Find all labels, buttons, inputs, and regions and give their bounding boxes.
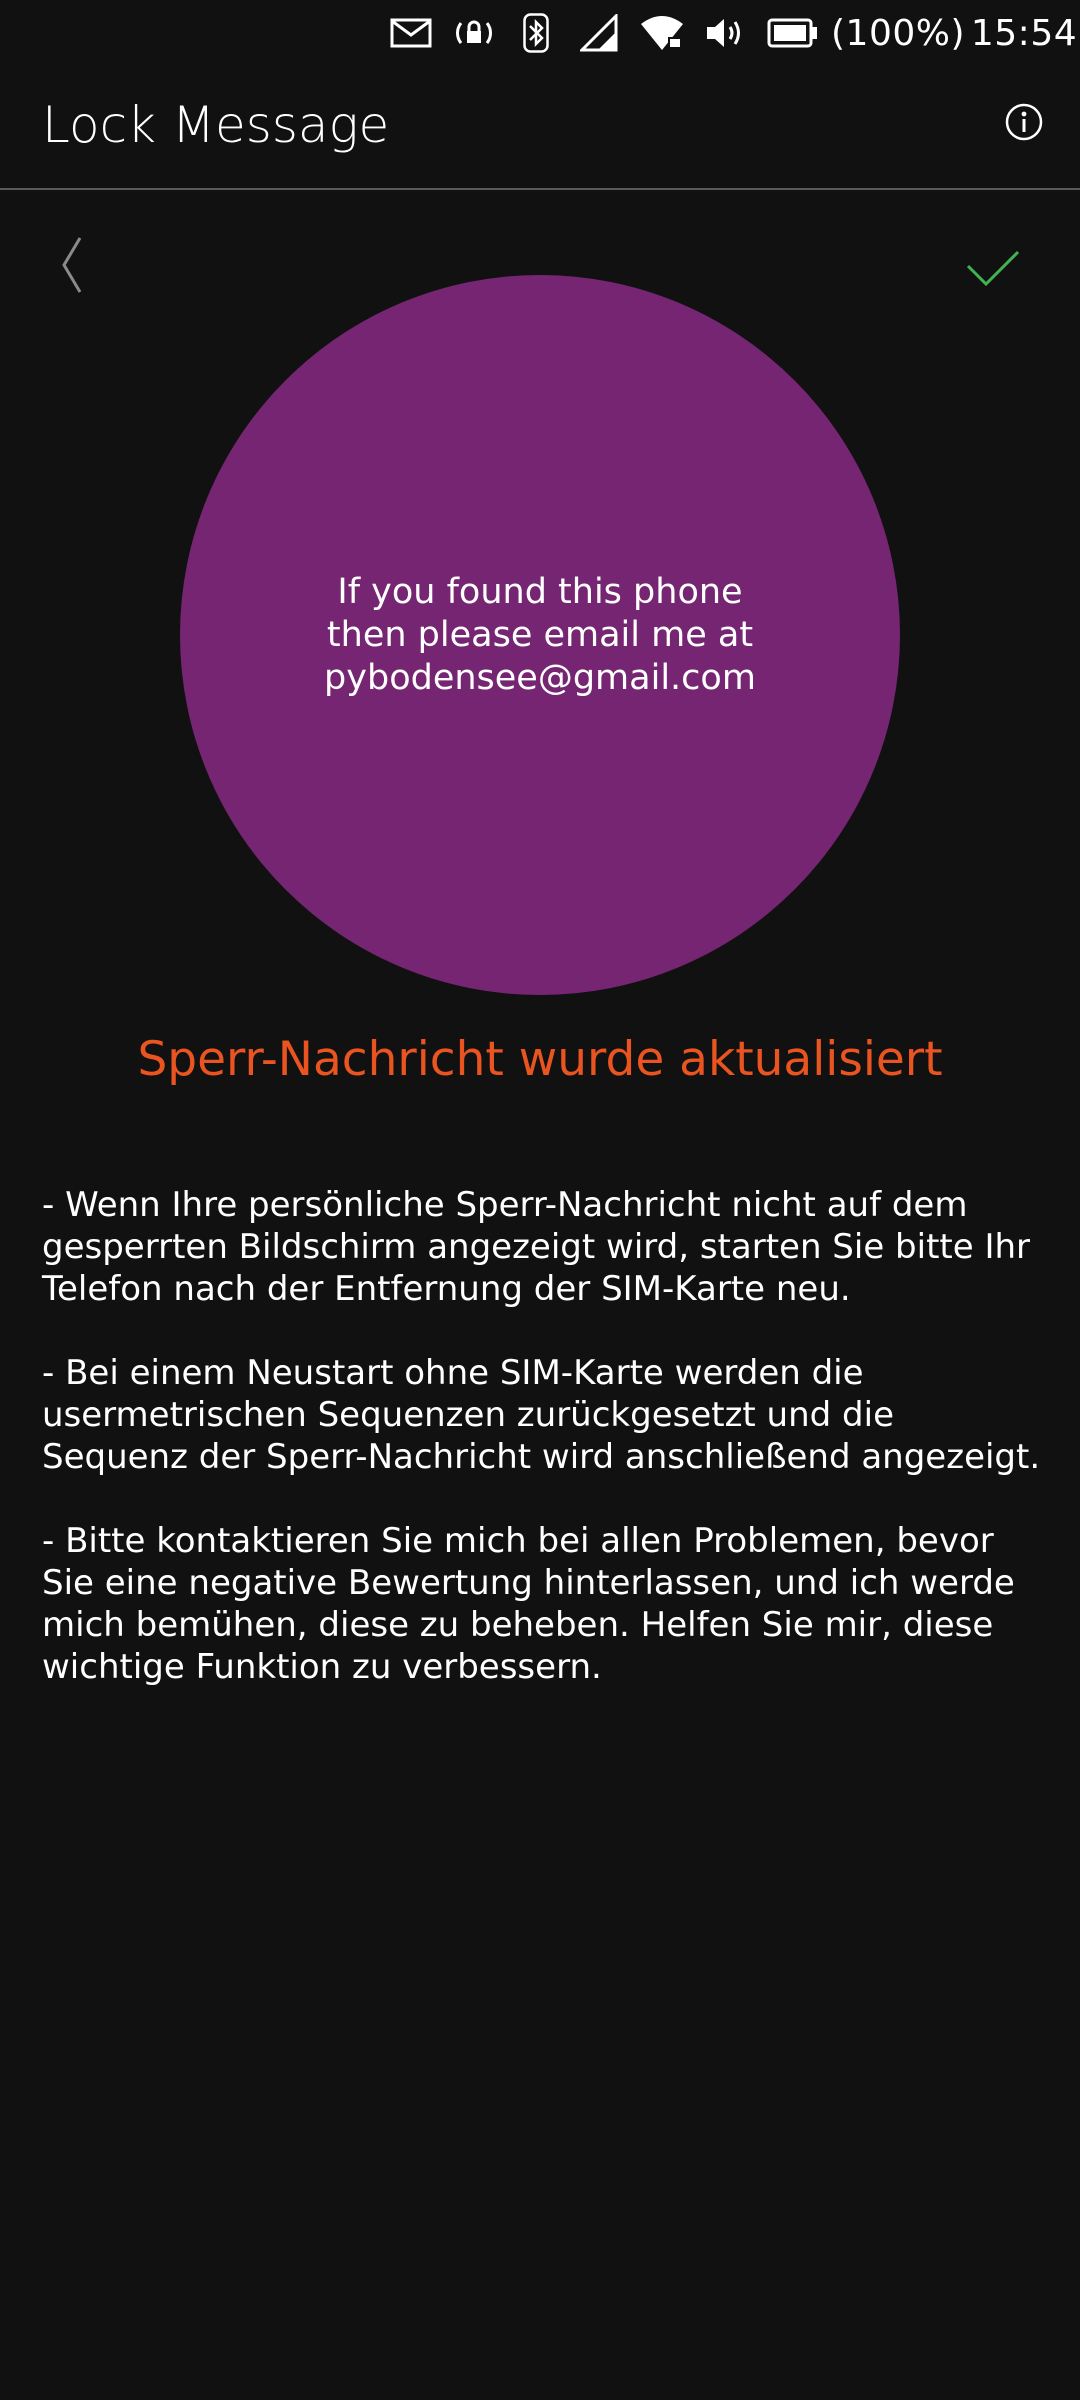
lock-message-text: If you found this phone then please emai… — [324, 571, 756, 698]
info-notes: - Wenn Ihre persönliche Sperr-Nachricht … — [42, 1184, 1042, 1730]
note-paragraph: - Wenn Ihre persönliche Sperr-Nachricht … — [42, 1185, 1031, 1309]
note-paragraph: - Bei einem Neustart ohne SIM-Karte werd… — [42, 1353, 1041, 1477]
note-paragraph: - Bitte kontaktieren Sie mich bei allen … — [42, 1521, 1015, 1687]
back-button[interactable] — [52, 230, 92, 300]
bluetooth-icon — [520, 8, 552, 58]
mail-icon — [388, 8, 434, 58]
battery-percentage-text: (100%) — [831, 12, 966, 54]
volume-icon — [704, 8, 746, 58]
confirm-button[interactable] — [960, 240, 1040, 300]
chevron-left-icon — [62, 237, 82, 293]
battery-icon — [766, 8, 820, 58]
battery-percentage: (100%) — [831, 8, 965, 58]
rotation-lock-icon — [452, 8, 496, 58]
lock-message-preview[interactable]: If you found this phone then please emai… — [180, 275, 900, 995]
app-header: Lock Message — [0, 66, 1080, 190]
info-icon[interactable] — [1004, 102, 1044, 142]
update-status-message: Sperr-Nachricht wurde aktualisiert — [137, 1032, 943, 1087]
clock-text: 15:54 — [970, 12, 1078, 54]
status-bar: (100%) 15:54 — [0, 0, 1080, 66]
wifi-icon — [638, 8, 686, 58]
signal-icon — [578, 8, 620, 58]
clock: 15:54 — [970, 8, 1078, 58]
page-title: Lock Message — [42, 96, 390, 154]
checkmark-icon — [966, 250, 1020, 287]
